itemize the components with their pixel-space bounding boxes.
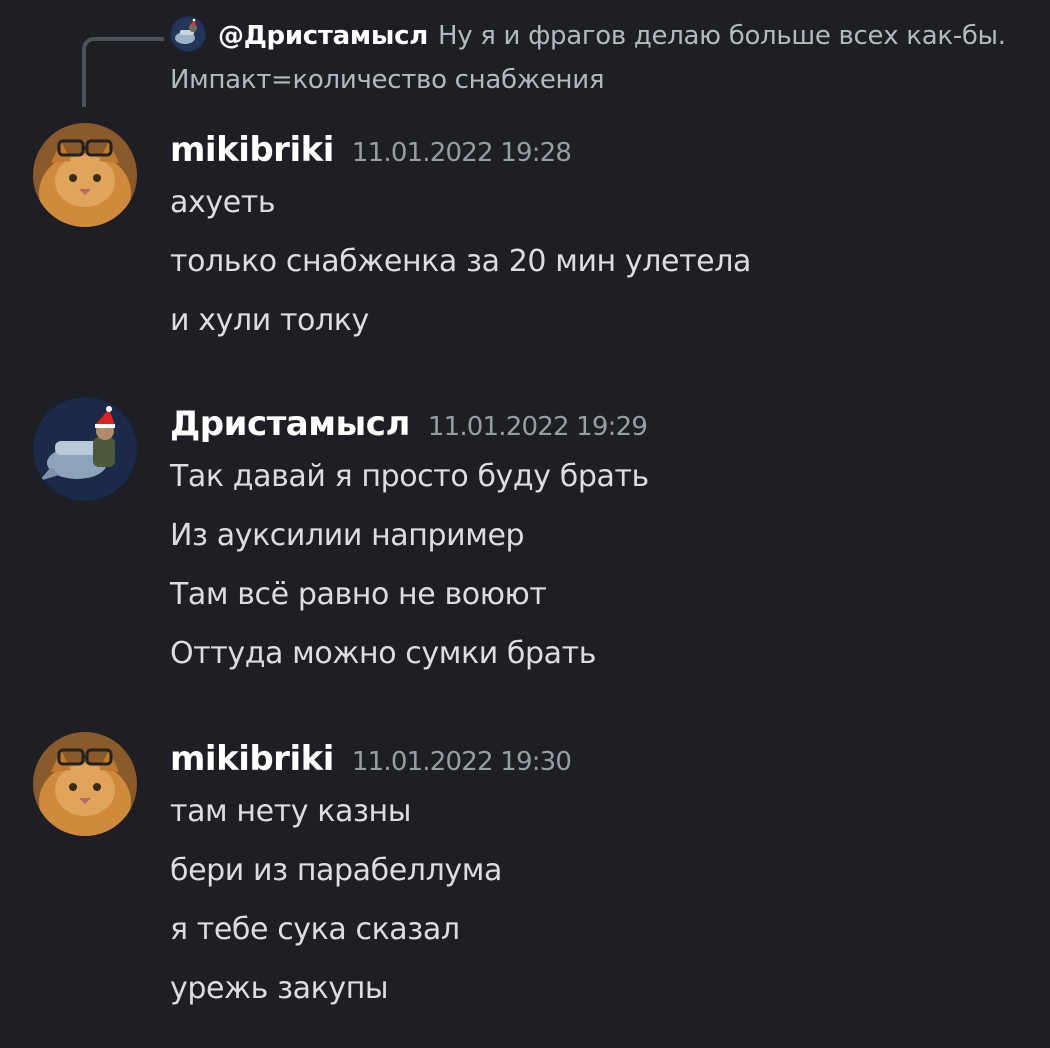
reply-preview[interactable]: @Дристамысл Ну я и фрагов делаю больше вс… (170, 14, 1040, 102)
reply-connector-line (82, 37, 164, 107)
message-header: mikibriki 11.01.2022 19:28 (170, 130, 572, 180)
message-text: Из ауксилии например (170, 518, 525, 553)
message-text: там нету казны (170, 794, 412, 829)
message-text: ахуеть (170, 185, 276, 220)
timestamp: 11.01.2022 19:29 (427, 412, 648, 442)
message-header: mikibriki 11.01.2022 19:30 (170, 739, 572, 789)
message-text: урежь закупы (170, 971, 389, 1006)
reply-text-continued: Импакт=количество снабжения (170, 65, 605, 95)
cat-with-glasses-avatar-icon[interactable] (33, 732, 137, 836)
message-text: бери из парабеллума (170, 853, 502, 888)
reply-text: Ну я и фрагов делаю больше всех как-бы. (437, 21, 1006, 51)
cat-with-glasses-avatar-icon[interactable] (33, 123, 137, 227)
author-name[interactable]: mikibriki (170, 130, 334, 170)
message-text: я тебе сука сказал (170, 912, 460, 947)
message-text: Оттуда можно сумки брать (170, 636, 597, 671)
author-name[interactable]: mikibriki (170, 739, 334, 779)
pilot-avatar-icon[interactable] (170, 15, 206, 52)
message-text: только снабженка за 20 мин улетела (170, 244, 751, 279)
message-text: и хули толку (170, 303, 369, 338)
message-text: Там всё равно не воюют (170, 577, 547, 612)
timestamp: 11.01.2022 19:30 (351, 747, 572, 777)
reply-author[interactable]: @Дристамысл (218, 21, 428, 51)
pilot-avatar-icon[interactable] (33, 397, 137, 501)
author-name[interactable]: Дристамысл (170, 404, 410, 444)
chat-view: @Дристамысл Ну я и фрагов делаю больше вс… (0, 0, 1050, 1048)
timestamp: 11.01.2022 19:28 (351, 138, 572, 168)
message-text: Так давай я просто буду брать (170, 459, 649, 494)
message-header: Дристамысл 11.01.2022 19:29 (170, 404, 648, 454)
